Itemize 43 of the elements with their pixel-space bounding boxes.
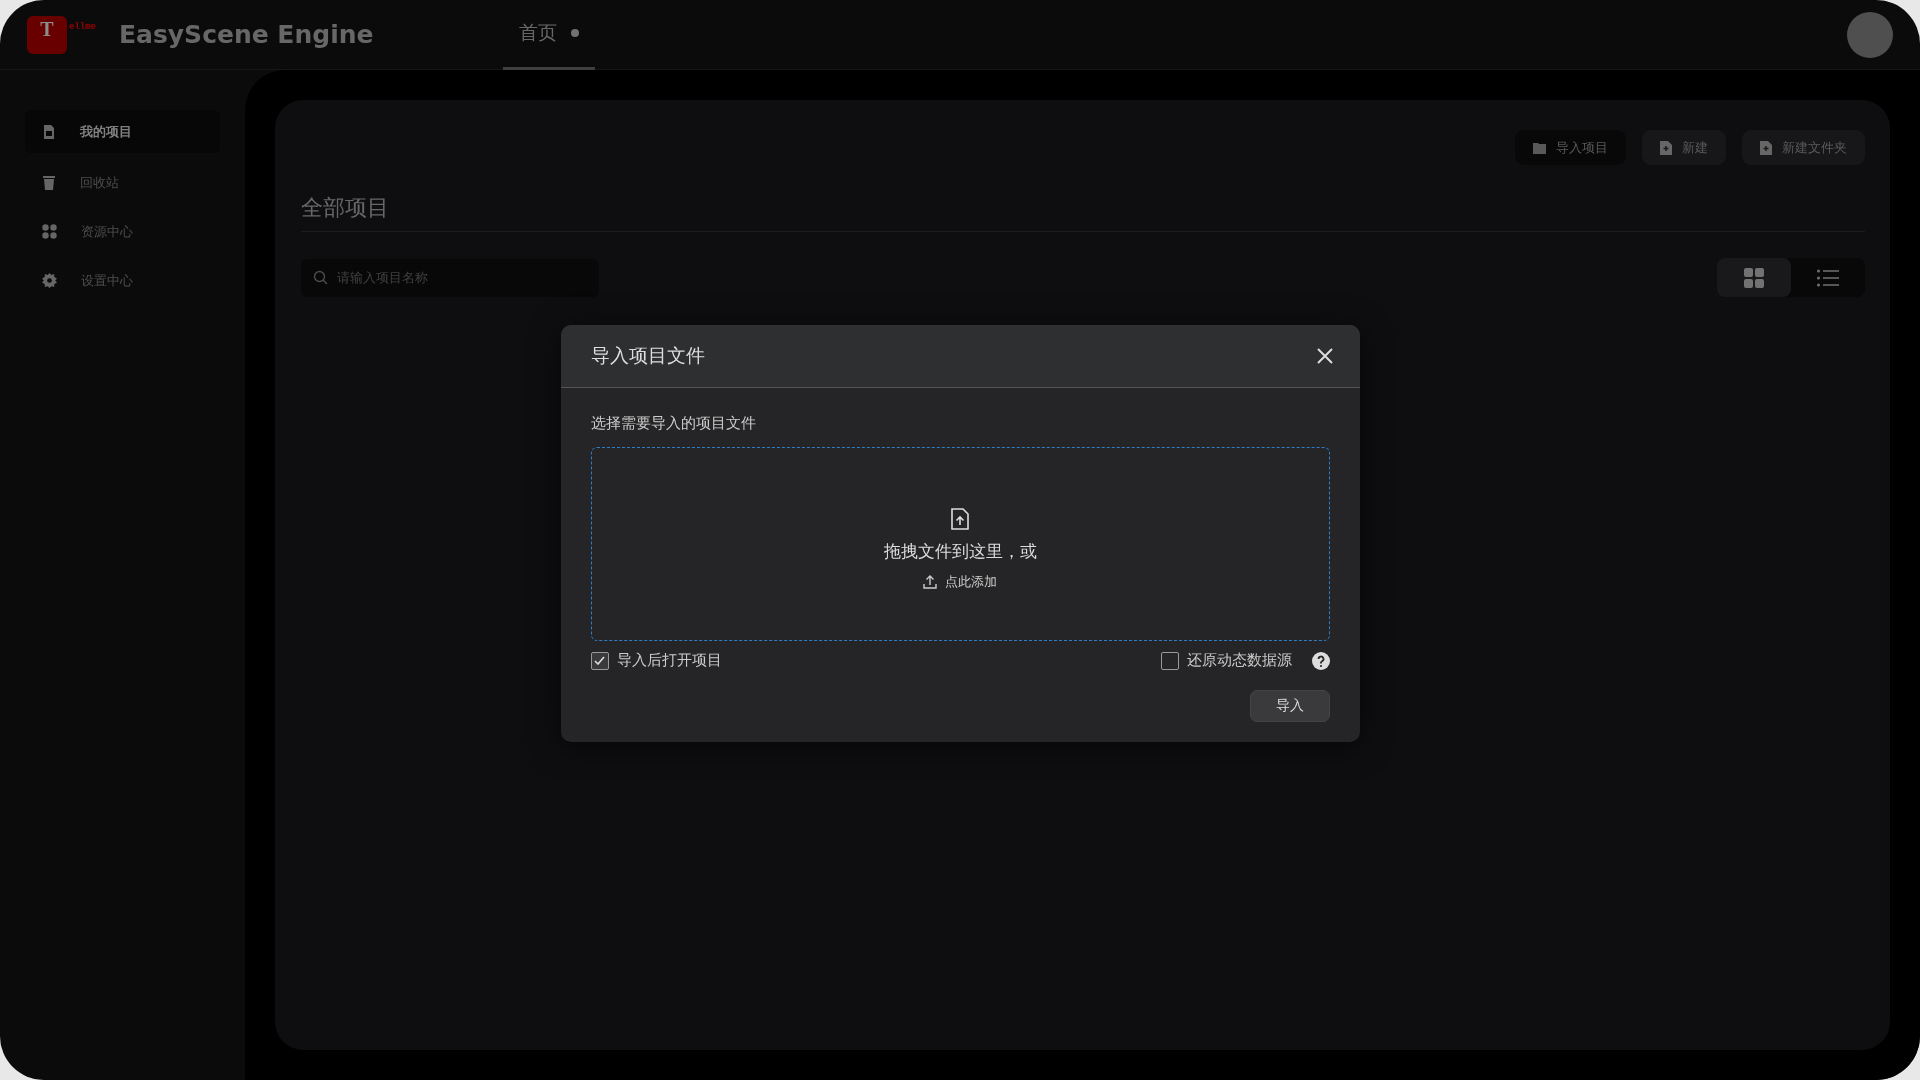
sidebar-label: 回收站: [80, 173, 119, 192]
search-icon: [313, 269, 328, 285]
sidebar-label: 资源中心: [81, 222, 133, 241]
toolbar-button[interactable]: 新建: [1642, 130, 1726, 165]
import-button[interactable]: 导入: [1249, 690, 1330, 722]
sidebar-label: 设置中心: [81, 271, 133, 290]
grid-icon: [1744, 267, 1764, 288]
dialog-title: 导入项目文件: [590, 343, 705, 368]
drop-text: 拖拽文件到这里，或: [883, 539, 1037, 563]
help-icon[interactable]: [1311, 651, 1330, 670]
app-title: EasyScene Engine: [119, 20, 374, 49]
sidebar-label: 我的项目: [80, 122, 132, 141]
drop-zone[interactable]: 拖拽文件到这里，或 点此添加: [590, 447, 1330, 641]
four-dots-icon: [42, 224, 57, 239]
grid-view-button[interactable]: [1717, 258, 1791, 297]
sidebar-item[interactable]: 资源中心: [25, 210, 220, 253]
logo-letter: T: [40, 18, 54, 39]
add-file-link[interactable]: 点此添加: [923, 572, 997, 591]
upload-icon: [923, 574, 937, 589]
sidebar-item[interactable]: 回收站: [25, 161, 220, 204]
checkbox[interactable]: [1160, 651, 1179, 670]
tab-label: 首页: [519, 20, 558, 45]
toolbar-button[interactable]: 新建文件夹: [1742, 130, 1865, 165]
settings-icon: [42, 273, 57, 288]
file-plus-icon: [1760, 140, 1772, 155]
check-icon: [594, 656, 605, 665]
folder-icon: [1533, 141, 1546, 154]
sidebar-item[interactable]: 设置中心: [25, 259, 220, 302]
section-heading: 全部项目: [301, 193, 1865, 232]
checkbox[interactable]: [590, 651, 609, 670]
logo-text: ellme: [69, 21, 96, 32]
close-icon: [1316, 348, 1333, 364]
document-icon: [42, 124, 56, 139]
file-upload-icon: [951, 507, 969, 530]
toolbar-button[interactable]: 导入项目: [1515, 130, 1626, 165]
field-label: 选择需要导入的项目文件: [590, 414, 757, 433]
file-plus-icon: [1660, 140, 1672, 155]
checkbox-label: 导入后打开项目: [616, 651, 722, 670]
checkbox-label: 还原动态数据源: [1186, 651, 1292, 670]
sidebar-item[interactable]: 我的项目: [25, 110, 220, 153]
list-icon: [1817, 268, 1839, 287]
close-button[interactable]: [1316, 348, 1333, 364]
trash-icon: [42, 175, 56, 190]
